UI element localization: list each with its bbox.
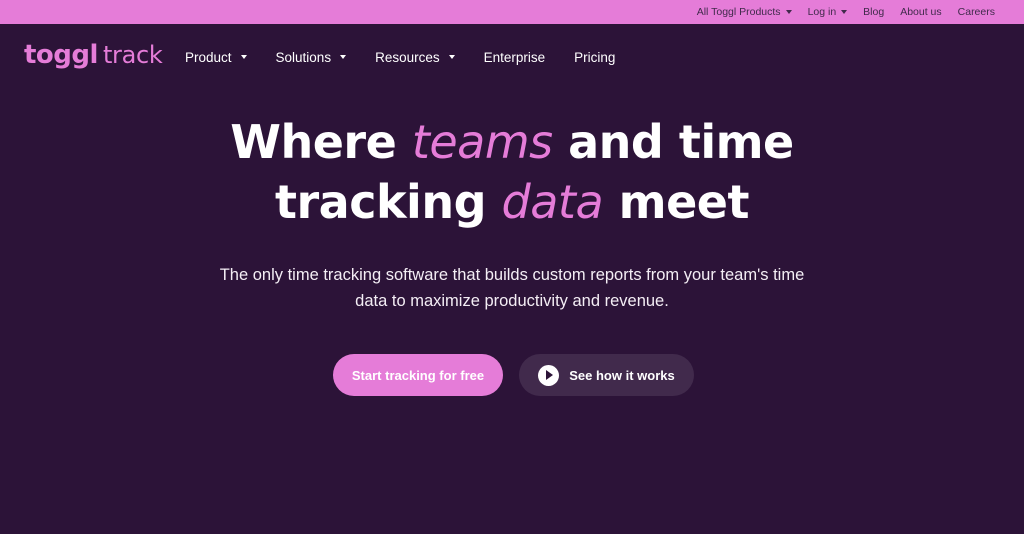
nav-item-label: Product: [185, 49, 232, 65]
headline-text: tracking: [274, 175, 502, 229]
top-utility-bar: All Toggl Products Log in Blog About us …: [0, 0, 1024, 24]
nav-item-solutions[interactable]: Solutions: [276, 50, 347, 65]
headline-text: and time: [552, 115, 794, 169]
see-how-it-works-label: See how it works: [569, 367, 675, 383]
all-toggl-products-label: All Toggl Products: [696, 6, 781, 18]
toggl-track-logo[interactable]: toggl track: [24, 40, 163, 74]
headline-line-1: Where teams and time: [230, 115, 794, 169]
all-toggl-products-link[interactable]: All Toggl Products: [697, 6, 792, 18]
chevron-down-icon: [240, 55, 247, 59]
main-navbar: toggl track Product Solutions Resources …: [0, 24, 1024, 90]
nav-item-label: Resources: [375, 49, 440, 65]
headline-text: Where: [230, 115, 412, 169]
nav-item-pricing[interactable]: Pricing: [574, 50, 615, 65]
subtitle-line-2: data to maximize productivity and revenu…: [355, 292, 669, 310]
careers-link[interactable]: Careers: [958, 6, 995, 18]
play-icon: [538, 364, 560, 386]
nav-item-product[interactable]: Product: [185, 50, 247, 65]
logo-brand-text: toggl: [24, 40, 98, 70]
login-link[interactable]: Log in: [808, 6, 848, 18]
cta-row: Start tracking for free See how it works: [0, 354, 1024, 396]
primary-nav: Product Solutions Resources Enterprise P…: [185, 24, 644, 90]
about-us-link[interactable]: About us: [900, 6, 941, 18]
see-how-it-works-button[interactable]: See how it works: [519, 354, 694, 396]
chevron-down-icon: [785, 10, 792, 14]
blog-label: Blog: [863, 6, 885, 18]
headline-text: meet: [603, 175, 750, 229]
nav-item-resources[interactable]: Resources: [375, 50, 455, 65]
headline-line-2: tracking data meet: [274, 175, 750, 229]
nav-item-label: Enterprise: [483, 49, 546, 65]
about-us-label: About us: [900, 6, 942, 18]
careers-label: Careers: [957, 6, 995, 18]
chevron-down-icon: [841, 10, 848, 14]
headline-accent-teams: teams: [411, 115, 553, 169]
hero-subtitle: The only time tracking software that bui…: [0, 262, 1024, 314]
logo-product-text: track: [102, 41, 163, 69]
nav-item-label: Solutions: [275, 49, 332, 65]
start-tracking-button[interactable]: Start tracking for free: [333, 354, 503, 396]
login-label: Log in: [807, 6, 837, 18]
nav-item-label: Pricing: [574, 49, 616, 65]
nav-item-enterprise[interactable]: Enterprise: [484, 50, 546, 65]
headline-accent-data: data: [501, 175, 604, 229]
blog-link[interactable]: Blog: [863, 6, 884, 18]
subtitle-line-1: The only time tracking software that bui…: [219, 266, 805, 284]
chevron-down-icon: [448, 55, 455, 59]
chevron-down-icon: [340, 55, 347, 59]
hero-headline: Where teams and time tracking data meet: [0, 112, 1024, 232]
